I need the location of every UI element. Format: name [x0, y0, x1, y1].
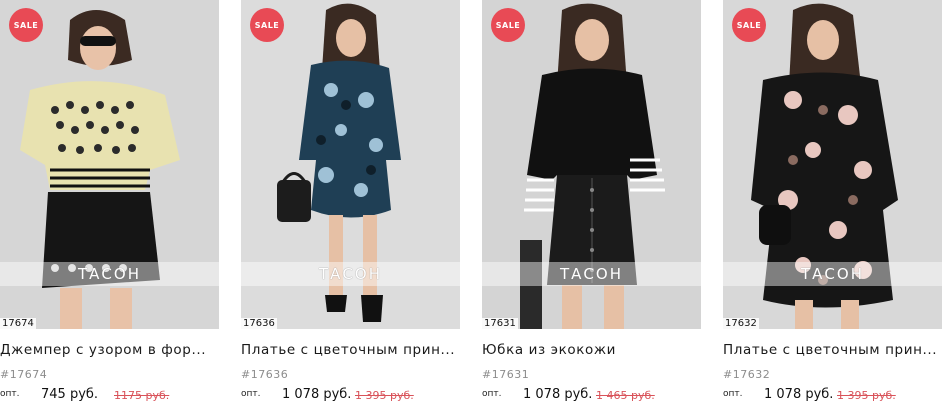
product-card[interactable]: ТАСОН SALE 17632 Платье с цветочным прин… — [723, 0, 942, 409]
product-sku: #17631 — [482, 368, 530, 381]
photo-code-label: 17674 — [0, 318, 36, 329]
price-row: опт. 1 078 руб. 1 465 руб. — [482, 386, 701, 406]
sale-badge: SALE — [732, 8, 766, 42]
product-grid: ТАСОН SALE 17674 Джемпер с узором в фор.… — [0, 0, 942, 409]
product-photo[interactable]: ТАСОН SALE 17632 — [723, 0, 942, 329]
photo-code-label: 17632 — [723, 318, 759, 329]
price-row: опт. 1 078 руб. 1 395 руб. — [723, 386, 942, 406]
wholesale-label: опт. — [0, 389, 20, 399]
brand-watermark: ТАСОН — [801, 265, 864, 283]
old-price: 1 395 руб. — [837, 389, 896, 402]
brand-watermark: ТАСОН — [560, 265, 623, 283]
sale-badge: SALE — [491, 8, 525, 42]
product-title-link[interactable]: Платье с цветочным прин... — [241, 342, 460, 358]
sale-badge: SALE — [250, 8, 284, 42]
wholesale-label: опт. — [482, 389, 502, 399]
product-title-link[interactable]: Юбка из экокожи — [482, 342, 701, 358]
photo-code-label: 17636 — [241, 318, 277, 329]
wholesale-label: опт. — [723, 389, 743, 399]
product-sku: #17632 — [723, 368, 771, 381]
old-price: 1175 руб. — [114, 389, 170, 402]
product-photo[interactable]: ТАСОН SALE 17636 — [241, 0, 460, 329]
product-sku: #17674 — [0, 368, 48, 381]
current-price: 745 руб. — [41, 387, 99, 402]
current-price: 1 078 руб. — [282, 387, 352, 402]
product-card[interactable]: ТАСОН SALE 17674 Джемпер с узором в фор.… — [0, 0, 219, 409]
product-photo[interactable]: ТАСОН SALE 17674 — [0, 0, 219, 329]
current-price: 1 078 руб. — [764, 387, 834, 402]
product-card[interactable]: ТАСОН SALE 17636 Платье с цветочным прин… — [241, 0, 460, 409]
product-photo[interactable]: ТАСОН SALE 17631 — [482, 0, 701, 329]
brand-watermark: ТАСОН — [78, 265, 141, 283]
old-price: 1 465 руб. — [596, 389, 655, 402]
product-card[interactable]: ТАСОН SALE 17631 Юбка из экокожи #17631 … — [482, 0, 701, 409]
wholesale-label: опт. — [241, 389, 261, 399]
old-price: 1 395 руб. — [355, 389, 414, 402]
sale-badge: SALE — [9, 8, 43, 42]
product-sku: #17636 — [241, 368, 289, 381]
current-price: 1 078 руб. — [523, 387, 593, 402]
price-row: опт. 1 078 руб. 1 395 руб. — [241, 386, 460, 406]
product-title-link[interactable]: Платье с цветочным прин... — [723, 342, 942, 358]
brand-watermark: ТАСОН — [319, 265, 382, 283]
product-title-link[interactable]: Джемпер с узором в фор... — [0, 342, 219, 358]
photo-code-label: 17631 — [482, 318, 518, 329]
price-row: опт. 745 руб. 1175 руб. — [0, 386, 219, 406]
